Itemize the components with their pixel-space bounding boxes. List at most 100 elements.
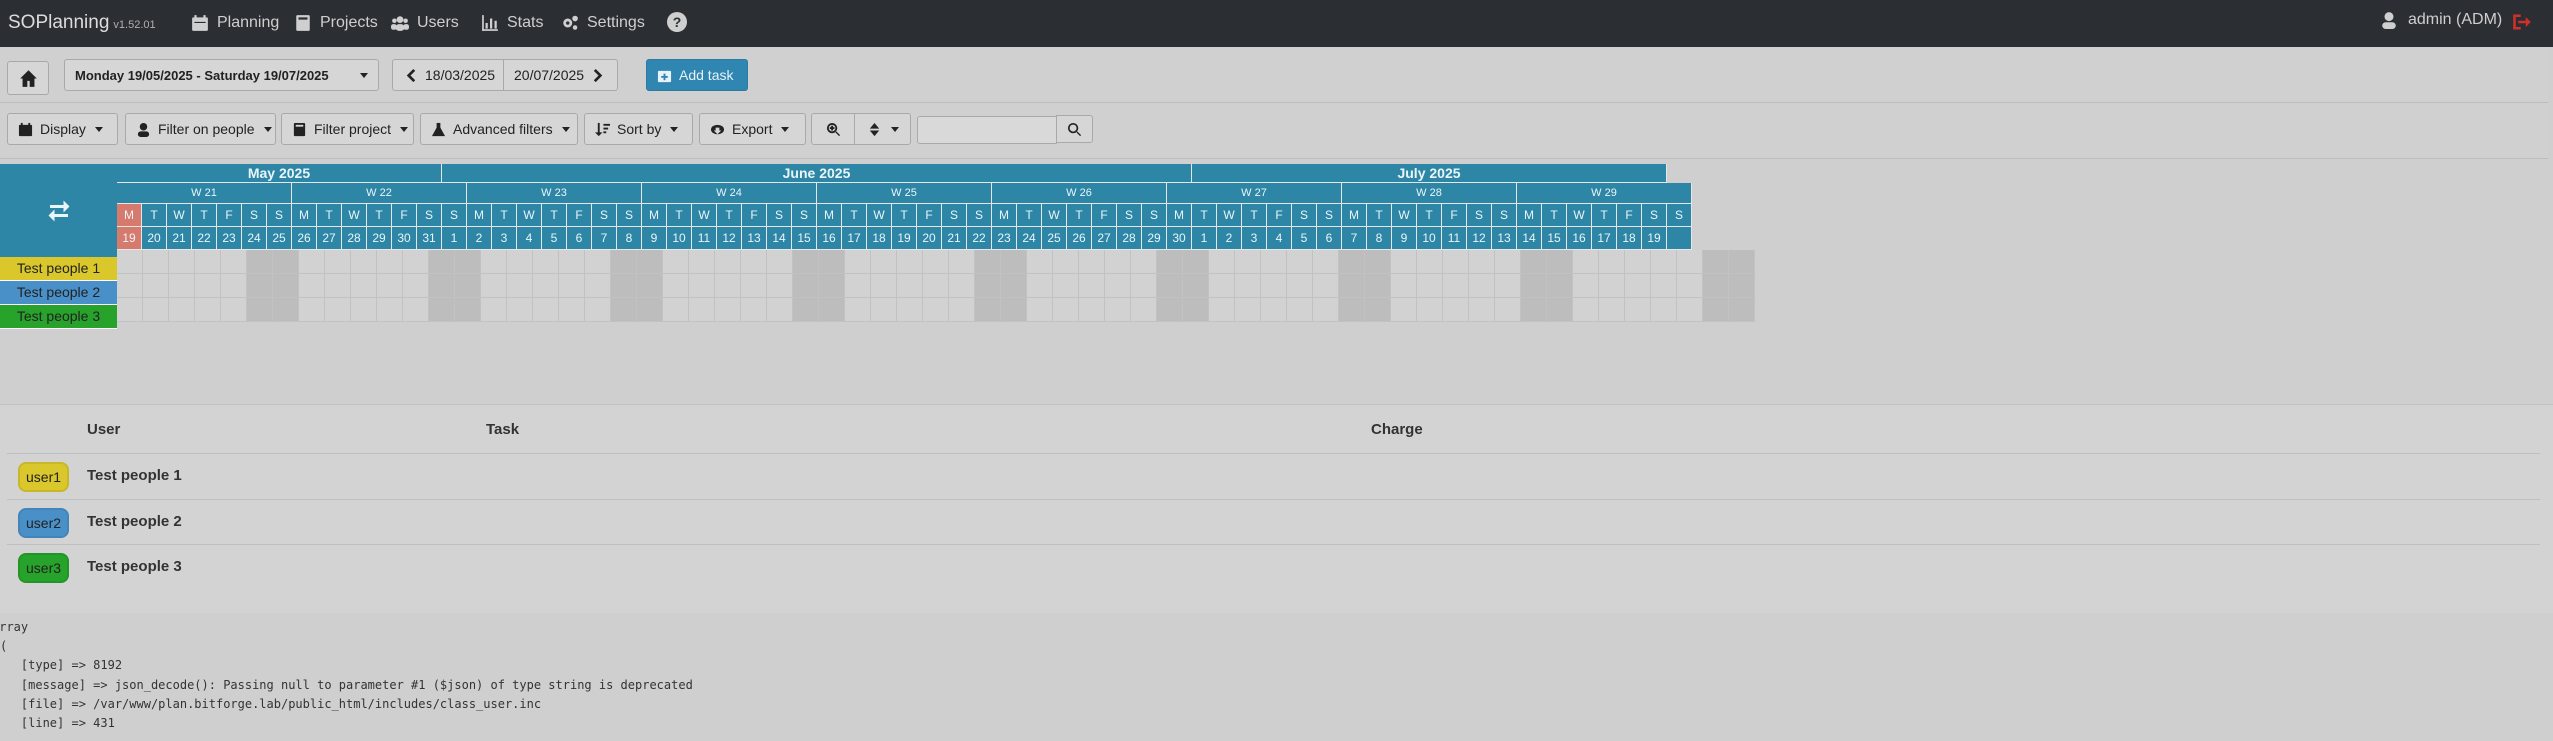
planning-cell[interactable] bbox=[949, 274, 975, 298]
planning-cell[interactable] bbox=[585, 274, 611, 298]
planning-cell[interactable] bbox=[559, 274, 585, 298]
planning-cell[interactable] bbox=[767, 250, 793, 274]
planning-cell[interactable] bbox=[1209, 250, 1235, 274]
next-date-button[interactable]: 20/07/2025 bbox=[503, 59, 618, 91]
planning-cell[interactable] bbox=[1521, 250, 1547, 274]
swap-axes-button[interactable] bbox=[0, 164, 117, 257]
planning-cell[interactable] bbox=[299, 274, 325, 298]
planning-cell[interactable] bbox=[1729, 250, 1755, 274]
planning-cell[interactable] bbox=[1625, 274, 1651, 298]
planning-cell[interactable] bbox=[221, 250, 247, 274]
planning-cell[interactable] bbox=[767, 298, 793, 322]
planning-cell[interactable] bbox=[1027, 250, 1053, 274]
nav-users[interactable]: Users bbox=[391, 11, 459, 35]
planning-cell[interactable] bbox=[1105, 250, 1131, 274]
planning-cell[interactable] bbox=[1261, 274, 1287, 298]
add-task-button[interactable]: Add task bbox=[646, 59, 748, 91]
planning-cell[interactable] bbox=[1053, 298, 1079, 322]
planning-cell[interactable] bbox=[1261, 250, 1287, 274]
planning-cell[interactable] bbox=[1495, 274, 1521, 298]
planning-cell[interactable] bbox=[1391, 274, 1417, 298]
planning-cell[interactable] bbox=[923, 250, 949, 274]
planning-cell[interactable] bbox=[377, 298, 403, 322]
planning-cell[interactable] bbox=[1079, 298, 1105, 322]
planning-cell[interactable] bbox=[507, 274, 533, 298]
planning-cell[interactable] bbox=[1339, 298, 1365, 322]
planning-cell[interactable] bbox=[1651, 274, 1677, 298]
user-menu[interactable]: admin (ADM) bbox=[2380, 11, 2502, 29]
planning-cell[interactable] bbox=[845, 250, 871, 274]
filter-people-button[interactable]: Filter on people bbox=[125, 113, 276, 145]
planning-cell[interactable] bbox=[1131, 274, 1157, 298]
planning-cell[interactable] bbox=[559, 250, 585, 274]
help-icon[interactable]: ? bbox=[667, 12, 687, 32]
planning-cell[interactable] bbox=[637, 250, 663, 274]
search-button[interactable] bbox=[1056, 115, 1093, 143]
planning-cell[interactable] bbox=[897, 250, 923, 274]
planning-cell[interactable] bbox=[663, 298, 689, 322]
planning-cell[interactable] bbox=[1469, 250, 1495, 274]
planning-cell[interactable] bbox=[1677, 250, 1703, 274]
zoom-button[interactable] bbox=[811, 113, 855, 145]
filter-project-button[interactable]: Filter project bbox=[281, 113, 414, 145]
planning-cell[interactable] bbox=[1365, 250, 1391, 274]
nav-settings[interactable]: Settings bbox=[561, 11, 645, 35]
planning-cell[interactable] bbox=[143, 250, 169, 274]
table-row[interactable]: user1 Test people 1 bbox=[7, 453, 2540, 499]
planning-cell[interactable] bbox=[585, 298, 611, 322]
planning-cell[interactable] bbox=[1703, 274, 1729, 298]
planning-cell[interactable] bbox=[195, 274, 221, 298]
planning-cell[interactable] bbox=[1391, 298, 1417, 322]
planning-cell[interactable] bbox=[1339, 250, 1365, 274]
planning-cell[interactable] bbox=[1001, 274, 1027, 298]
planning-cell[interactable] bbox=[845, 298, 871, 322]
planning-cell[interactable] bbox=[1703, 250, 1729, 274]
table-row[interactable]: user2 Test people 2 bbox=[7, 499, 2540, 545]
planning-cell[interactable] bbox=[1287, 274, 1313, 298]
planning-cell[interactable] bbox=[949, 298, 975, 322]
planning-cell[interactable] bbox=[1079, 250, 1105, 274]
planning-cell[interactable] bbox=[351, 298, 377, 322]
planning-cell[interactable] bbox=[923, 274, 949, 298]
planning-cell[interactable] bbox=[1079, 274, 1105, 298]
planning-cell[interactable] bbox=[975, 250, 1001, 274]
planning-cell[interactable] bbox=[1053, 250, 1079, 274]
row-height-button[interactable] bbox=[854, 113, 911, 145]
date-range-select[interactable]: Monday 19/05/2025 - Saturday 19/07/2025 bbox=[64, 59, 379, 91]
planning-cell[interactable] bbox=[455, 298, 481, 322]
planning-cell[interactable] bbox=[1313, 274, 1339, 298]
planning-cell[interactable] bbox=[273, 274, 299, 298]
table-row[interactable]: user3 Test people 3 bbox=[7, 544, 2540, 590]
planning-cell[interactable] bbox=[1105, 274, 1131, 298]
planning-cell[interactable] bbox=[1547, 298, 1573, 322]
planning-cell[interactable] bbox=[533, 274, 559, 298]
planning-cell[interactable] bbox=[403, 274, 429, 298]
planning-cell[interactable] bbox=[845, 274, 871, 298]
planning-cell[interactable] bbox=[611, 250, 637, 274]
planning-cell[interactable] bbox=[169, 250, 195, 274]
planning-cell[interactable] bbox=[1235, 250, 1261, 274]
prev-date-button[interactable]: 18/03/2025 bbox=[392, 59, 504, 91]
planning-cell[interactable] bbox=[819, 298, 845, 322]
planning-cell[interactable] bbox=[1157, 250, 1183, 274]
planning-cell[interactable] bbox=[1703, 298, 1729, 322]
person-label[interactable]: Test people 1 bbox=[0, 257, 117, 281]
planning-cell[interactable] bbox=[325, 250, 351, 274]
planning-cell[interactable] bbox=[1599, 274, 1625, 298]
planning-cell[interactable] bbox=[221, 274, 247, 298]
planning-cell[interactable] bbox=[689, 298, 715, 322]
planning-cell[interactable] bbox=[1183, 298, 1209, 322]
planning-cell[interactable] bbox=[1157, 298, 1183, 322]
planning-cell[interactable] bbox=[247, 298, 273, 322]
planning-cell[interactable] bbox=[455, 250, 481, 274]
planning-cell[interactable] bbox=[377, 274, 403, 298]
planning-cell[interactable] bbox=[611, 274, 637, 298]
planning-cell[interactable] bbox=[1339, 274, 1365, 298]
planning-cell[interactable] bbox=[715, 250, 741, 274]
planning-cell[interactable] bbox=[1183, 274, 1209, 298]
planning-cell[interactable] bbox=[1287, 250, 1313, 274]
planning-cell[interactable] bbox=[1521, 274, 1547, 298]
planning-cell[interactable] bbox=[949, 250, 975, 274]
planning-cell[interactable] bbox=[741, 274, 767, 298]
planning-cell[interactable] bbox=[1417, 274, 1443, 298]
